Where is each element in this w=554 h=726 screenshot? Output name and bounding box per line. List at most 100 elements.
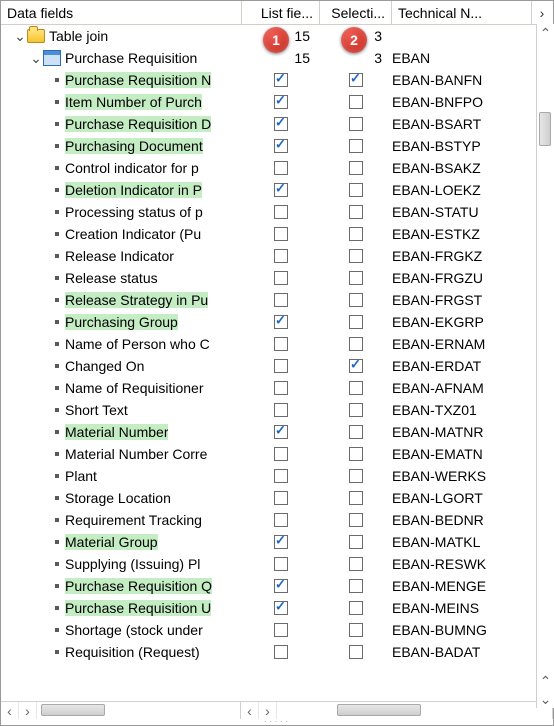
- list-checkbox[interactable]: [274, 249, 288, 263]
- field-row[interactable]: Control indicator for pEBAN-BSAKZ: [1, 157, 553, 179]
- field-row[interactable]: Processing status of pEBAN-STATU: [1, 201, 553, 223]
- selection-checkbox[interactable]: [349, 359, 363, 373]
- col-header-data[interactable]: Data fields: [1, 1, 242, 24]
- field-row[interactable]: Deletion Indicator in PEBAN-LOEKZ: [1, 179, 553, 201]
- field-row[interactable]: Item Number of PurchEBAN-BNFPO: [1, 91, 553, 113]
- vscroll-down[interactable]: ⌄: [537, 690, 554, 708]
- vscroll-up[interactable]: ⌃: [537, 672, 554, 690]
- list-checkbox[interactable]: [274, 227, 288, 241]
- list-checkbox[interactable]: [274, 359, 288, 373]
- selection-checkbox[interactable]: [349, 293, 363, 307]
- field-row[interactable]: Shortage (stock underEBAN-BUMNG: [1, 619, 553, 641]
- col-header-tech[interactable]: Technical N...: [392, 1, 532, 24]
- selection-checkbox[interactable]: [349, 271, 363, 285]
- list-checkbox[interactable]: [274, 469, 288, 483]
- list-checkbox[interactable]: [274, 381, 288, 395]
- hscroll-thumb[interactable]: [337, 704, 421, 716]
- selection-checkbox[interactable]: [349, 95, 363, 109]
- field-row[interactable]: Creation Indicator (PuEBAN-ESTKZ: [1, 223, 553, 245]
- list-checkbox[interactable]: [274, 579, 288, 593]
- list-checkbox[interactable]: [274, 293, 288, 307]
- field-row[interactable]: Material Number CorreEBAN-EMATN: [1, 443, 553, 465]
- selection-checkbox[interactable]: [349, 535, 363, 549]
- selection-checkbox[interactable]: [349, 315, 363, 329]
- hscroll-left[interactable]: ‹: [1, 702, 19, 719]
- vscroll-track[interactable]: [537, 42, 554, 672]
- list-checkbox[interactable]: [274, 271, 288, 285]
- field-row[interactable]: Purchase Requisition NEBAN-BANFN: [1, 69, 553, 91]
- list-checkbox[interactable]: [274, 447, 288, 461]
- list-checkbox[interactable]: [274, 601, 288, 615]
- selection-checkbox[interactable]: [349, 601, 363, 615]
- hscroll-right[interactable]: ›: [19, 702, 37, 719]
- hscroll-thumb[interactable]: [41, 704, 105, 716]
- list-checkbox[interactable]: [274, 425, 288, 439]
- field-row[interactable]: Short TextEBAN-TXZ01: [1, 399, 553, 421]
- field-row[interactable]: Material GroupEBAN-MATKL: [1, 531, 553, 553]
- list-checkbox[interactable]: [274, 205, 288, 219]
- list-checkbox[interactable]: [274, 403, 288, 417]
- col-header-arrow[interactable]: ›: [532, 5, 552, 21]
- col-header-list[interactable]: List fie...: [242, 1, 320, 24]
- list-checkbox[interactable]: [274, 183, 288, 197]
- vscroll-thumb[interactable]: [539, 112, 551, 146]
- field-row[interactable]: Purchase Requisition DEBAN-BSART: [1, 113, 553, 135]
- selection-checkbox[interactable]: [349, 447, 363, 461]
- list-checkbox[interactable]: [274, 161, 288, 175]
- field-row[interactable]: Purchasing GroupEBAN-EKGRP: [1, 311, 553, 333]
- list-checkbox[interactable]: [274, 491, 288, 505]
- selection-checkbox[interactable]: [349, 161, 363, 175]
- field-row[interactable]: Storage LocationEBAN-LGORT: [1, 487, 553, 509]
- field-row[interactable]: PlantEBAN-WERKS: [1, 465, 553, 487]
- field-row[interactable]: Requisition (Request)EBAN-BADAT: [1, 641, 553, 663]
- list-checkbox[interactable]: [274, 645, 288, 659]
- field-row[interactable]: Release Strategy in PuEBAN-FRGST: [1, 289, 553, 311]
- selection-checkbox[interactable]: [349, 513, 363, 527]
- resize-handle[interactable]: ·····: [1, 719, 553, 725]
- selection-checkbox[interactable]: [349, 491, 363, 505]
- list-checkbox[interactable]: [274, 139, 288, 153]
- selection-checkbox[interactable]: [349, 645, 363, 659]
- selection-checkbox[interactable]: [349, 139, 363, 153]
- chevron-down-icon[interactable]: ⌄: [13, 28, 27, 45]
- selection-checkbox[interactable]: [349, 403, 363, 417]
- selection-checkbox[interactable]: [349, 249, 363, 263]
- list-checkbox[interactable]: [274, 95, 288, 109]
- field-row[interactable]: Release statusEBAN-FRGZU: [1, 267, 553, 289]
- list-checkbox[interactable]: [274, 337, 288, 351]
- selection-checkbox[interactable]: [349, 227, 363, 241]
- selection-checkbox[interactable]: [349, 73, 363, 87]
- hscroll-left[interactable]: ‹: [241, 702, 259, 719]
- field-row[interactable]: Material NumberEBAN-MATNR: [1, 421, 553, 443]
- field-row[interactable]: Requirement TrackingEBAN-BEDNR: [1, 509, 553, 531]
- selection-checkbox[interactable]: [349, 205, 363, 219]
- selection-checkbox[interactable]: [349, 183, 363, 197]
- selection-checkbox[interactable]: [349, 117, 363, 131]
- list-checkbox[interactable]: [274, 315, 288, 329]
- selection-checkbox[interactable]: [349, 557, 363, 571]
- list-checkbox[interactable]: [274, 535, 288, 549]
- field-row[interactable]: Supplying (Issuing) PlEBAN-RESWK: [1, 553, 553, 575]
- field-row[interactable]: Name of RequisitionerEBAN-AFNAM: [1, 377, 553, 399]
- col-header-sel[interactable]: Selecti...: [320, 1, 392, 24]
- field-row[interactable]: Name of Person who CEBAN-ERNAM: [1, 333, 553, 355]
- selection-checkbox[interactable]: [349, 623, 363, 637]
- selection-checkbox[interactable]: [349, 337, 363, 351]
- vscroll-up[interactable]: ⌃: [537, 24, 554, 42]
- selection-checkbox[interactable]: [349, 381, 363, 395]
- field-row[interactable]: Purchase Requisition UEBAN-MEINS: [1, 597, 553, 619]
- field-row[interactable]: Release IndicatorEBAN-FRGKZ: [1, 245, 553, 267]
- field-row[interactable]: Purchase Requisition QEBAN-MENGE: [1, 575, 553, 597]
- selection-checkbox[interactable]: [349, 579, 363, 593]
- selection-checkbox[interactable]: [349, 425, 363, 439]
- hscroll-track[interactable]: [37, 702, 240, 719]
- list-checkbox[interactable]: [274, 73, 288, 87]
- selection-checkbox[interactable]: [349, 469, 363, 483]
- chevron-down-icon[interactable]: ⌄: [29, 50, 43, 67]
- list-checkbox[interactable]: [274, 623, 288, 637]
- list-checkbox[interactable]: [274, 557, 288, 571]
- field-row[interactable]: Purchasing DocumentEBAN-BSTYP: [1, 135, 553, 157]
- field-row[interactable]: Changed OnEBAN-ERDAT: [1, 355, 553, 377]
- list-checkbox[interactable]: [274, 117, 288, 131]
- list-checkbox[interactable]: [274, 513, 288, 527]
